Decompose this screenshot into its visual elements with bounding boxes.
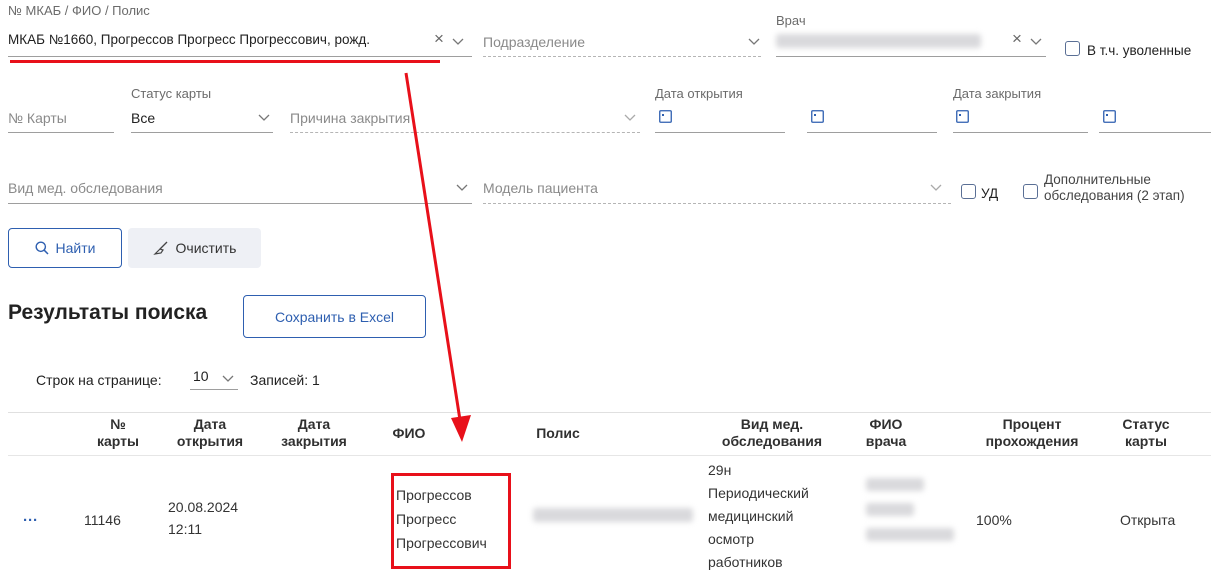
annotation-arrow — [404, 72, 471, 442]
annotation-highlight-box — [391, 473, 511, 569]
